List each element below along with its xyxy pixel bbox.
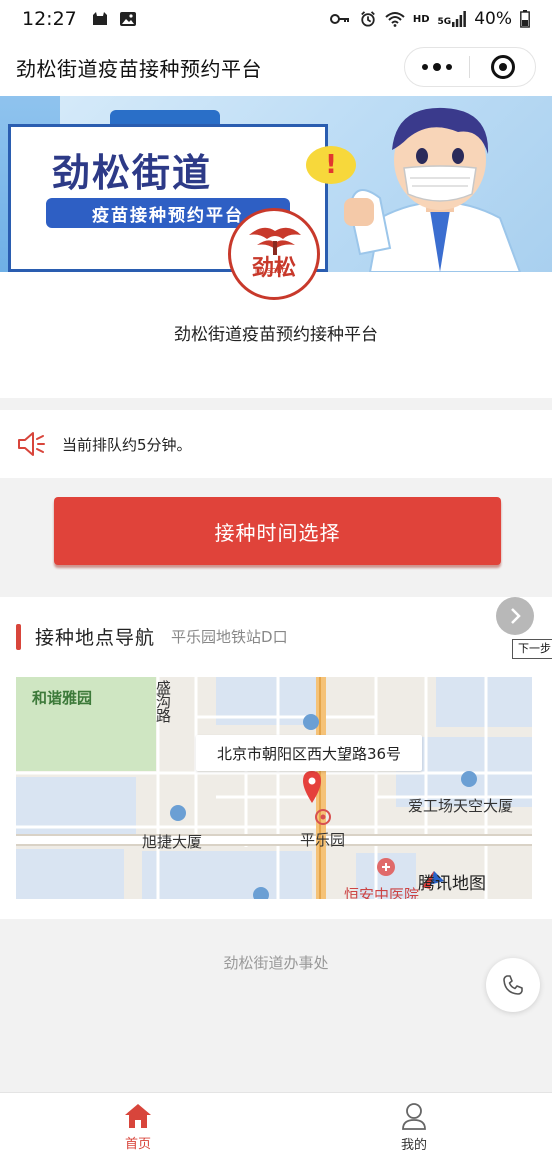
close-mini-program-button[interactable] xyxy=(470,48,535,86)
logo-small-text: JIN SONG xyxy=(255,267,288,275)
home-icon xyxy=(125,1104,151,1128)
status-time: 12:27 xyxy=(22,8,77,30)
doctor-illustration xyxy=(344,107,522,272)
target-close-icon xyxy=(490,55,515,79)
speaker-icon xyxy=(18,432,45,456)
footer-text: 劲松街道办事处 xyxy=(223,954,329,972)
next-step-button[interactable] xyxy=(496,597,534,635)
more-dot-icon xyxy=(446,64,452,70)
page-title: 劲松街道疫苗接种预约平台 xyxy=(16,56,262,81)
chevron-right-icon xyxy=(511,608,521,624)
tab-mine-label: 我的 xyxy=(400,1138,427,1153)
map-label: 路 xyxy=(156,707,172,725)
more-menu-button[interactable] xyxy=(405,48,469,86)
location-card: 接种地点导航 平乐园地铁站D口 下一步 和谐雅园 盛 沟 路 爱工场天空大厦 旭… xyxy=(0,597,552,919)
next-step-tooltip: 下一步 xyxy=(512,639,552,659)
wifi-icon xyxy=(385,12,405,27)
battery-percent: 40% xyxy=(474,9,512,29)
more-dot-icon xyxy=(433,63,441,71)
tab-home-label: 首页 xyxy=(124,1137,151,1152)
more-dot-icon xyxy=(422,64,428,70)
map-label: 恒安中医院 xyxy=(344,886,420,899)
select-vaccination-time-button[interactable]: 接种时间选择 xyxy=(54,497,501,565)
map-provider-label: 腾讯地图 xyxy=(418,874,486,894)
map-label: 旭捷大厦 xyxy=(142,833,203,851)
pine-tree-icon xyxy=(249,227,301,255)
status-bar: 12:27 HD 5G 40% xyxy=(0,0,552,38)
map-label: 和谐雅园 xyxy=(32,689,93,707)
banner-caption: 劲松街道疫苗预约接种平台 xyxy=(174,325,378,345)
banner-card: 劲松街道 疫苗接种预约平台 ! JIN SONG 劲松 劲松街道疫苗预约接种平台 xyxy=(0,96,552,398)
cat-app-icon xyxy=(92,12,107,25)
station-label: 平乐园地铁站D口 xyxy=(171,628,288,646)
key-icon xyxy=(329,14,349,24)
signal-bars-icon xyxy=(452,11,467,27)
mini-program-capsule xyxy=(404,47,536,87)
location-header: 接种地点导航 平乐园地铁站D口 xyxy=(16,623,288,650)
booking-area: 接种时间选择 xyxy=(0,478,552,596)
alarm-icon xyxy=(361,11,375,27)
map-canvas xyxy=(16,677,532,899)
section-accent-bar xyxy=(16,623,21,650)
queue-notice: 当前排队约5分钟。 xyxy=(0,410,552,478)
queue-notice-text: 当前排队约5分钟。 xyxy=(62,435,192,454)
map-label: 爱工场天空大厦 xyxy=(408,797,514,815)
network-label: HD xyxy=(412,13,430,25)
phone-icon xyxy=(503,975,523,995)
phone-call-button[interactable] xyxy=(486,958,540,1012)
title-bar: 劲松街道疫苗接种预约平台 xyxy=(0,38,552,96)
battery-icon xyxy=(520,10,530,28)
tab-home[interactable]: 首页 xyxy=(0,1093,276,1162)
signal-label: 5G xyxy=(437,17,452,27)
tab-mine[interactable]: 我的 xyxy=(276,1093,552,1162)
map-label: 平乐园 xyxy=(300,831,346,849)
bottom-tab-bar: 首页 我的 xyxy=(0,1092,552,1162)
address-tooltip: 北京市朝阳区西大望路36号 xyxy=(196,735,422,771)
banner-headline: 劲松街道 xyxy=(52,150,213,195)
user-icon xyxy=(402,1103,426,1130)
image-icon xyxy=(119,12,136,26)
location-heading: 接种地点导航 xyxy=(35,627,156,649)
jinsong-logo: JIN SONG 劲松 xyxy=(228,208,320,300)
map-view[interactable]: 和谐雅园 盛 沟 路 爱工场天空大厦 旭捷大厦 平乐园 恒安中医院 北京市朝阳区… xyxy=(16,677,532,899)
